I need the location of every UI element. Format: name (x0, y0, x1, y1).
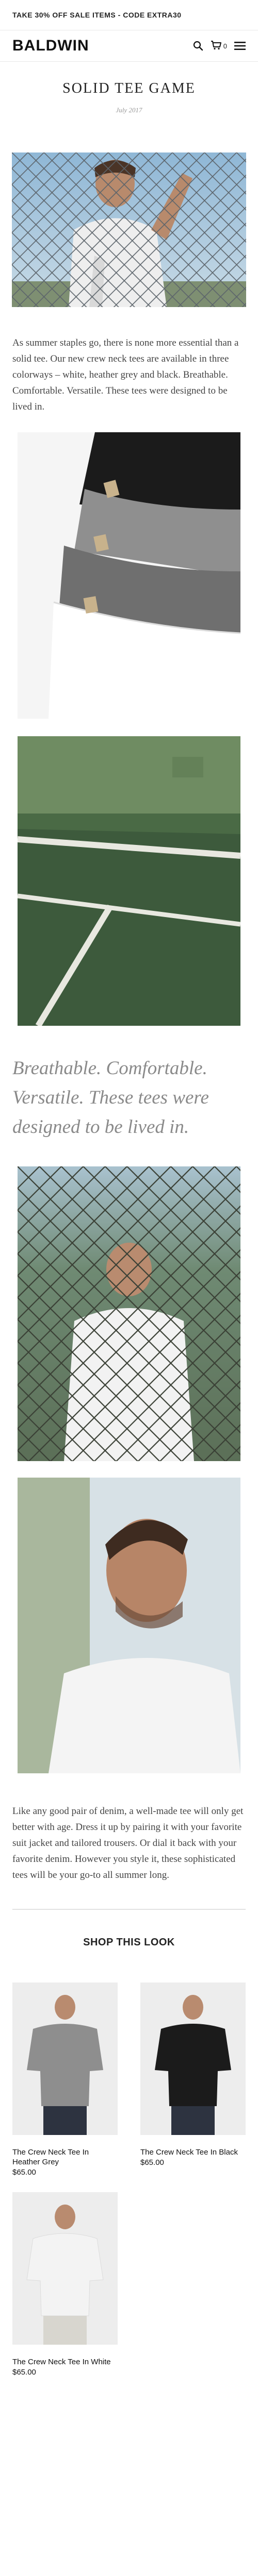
pull-quote: Breathable. Comfortable. Versatile. Thes… (12, 1058, 209, 1138)
image-man-behind-fence (18, 1166, 240, 1461)
cart-button[interactable]: 0 (211, 40, 227, 53)
menu-icon[interactable] (234, 41, 246, 50)
product-price: $65.00 (12, 2368, 36, 2377)
product-name[interactable]: The Crew Neck Tee In Heather Grey (12, 2147, 118, 2167)
article-title: SOLID TEE GAME (62, 80, 196, 96)
site-header: BALDWIN 0 (0, 30, 258, 62)
header-actions: 0 (193, 40, 246, 53)
product-name[interactable]: The Crew Neck Tee In White (12, 2357, 118, 2367)
hero-image-fence (12, 152, 246, 307)
promo-text: TAKE 30% OFF SALE ITEMS - CODE EXTRA30 (12, 11, 182, 19)
site-logo[interactable]: BALDWIN (12, 37, 89, 55)
image-folded-tees (18, 432, 240, 719)
article-intro: As summer staples go, there is none more… (12, 337, 239, 412)
cart-count: 0 (223, 42, 227, 50)
promo-banner[interactable]: TAKE 30% OFF SALE ITEMS - CODE EXTRA30 (0, 0, 258, 30)
section-divider (12, 1909, 246, 1910)
product-card[interactable]: The Crew Neck Tee In White $65.00 (12, 2192, 118, 2377)
product-price: $65.00 (12, 2168, 36, 2177)
cart-icon (211, 40, 222, 53)
article-date: July 2017 (116, 106, 142, 114)
product-image[interactable] (12, 1982, 118, 2135)
product-name[interactable]: The Crew Neck Tee In Black (140, 2147, 246, 2157)
product-price: $65.00 (140, 2158, 164, 2167)
product-card[interactable]: The Crew Neck Tee In Heather Grey $65.00 (12, 1982, 118, 2177)
product-image[interactable] (140, 1982, 246, 2135)
shop-section-heading: SHOP THIS LOOK (83, 1937, 175, 1948)
search-icon[interactable] (193, 41, 203, 51)
product-grid: The Crew Neck Tee In Heather Grey $65.00… (12, 1982, 246, 2377)
image-tennis-court (18, 736, 240, 1026)
product-image[interactable] (12, 2192, 118, 2345)
product-card[interactable]: The Crew Neck Tee In Black $65.00 (140, 1982, 246, 2177)
article-body: Like any good pair of denim, a well-made… (12, 1806, 244, 1880)
image-portrait (18, 1478, 240, 1773)
